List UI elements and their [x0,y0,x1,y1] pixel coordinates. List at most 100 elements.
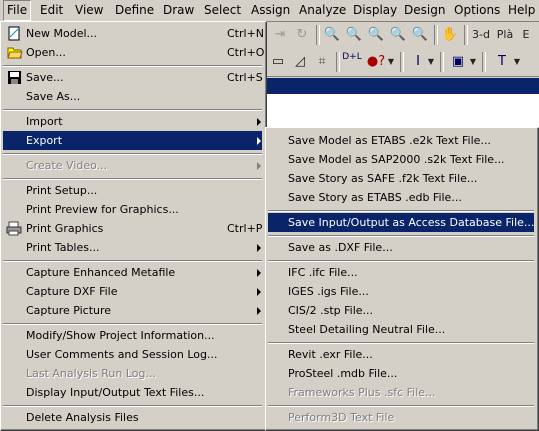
zoom-in-icon[interactable]: 🔍 [366,25,386,45]
column-icon[interactable]: I [408,52,428,72]
menu-item-save-e2k[interactable]: Save Model as ETABS .e2k Text File... [268,131,534,150]
zoom-previous-icon[interactable]: 🔍 [344,25,364,45]
zoom-window-icon[interactable]: 🔍 [322,25,342,45]
menu-item-save[interactable]: Save... Ctrl+S [3,68,263,87]
new-model-icon [7,26,23,41]
menu-item-create-video: Create Video... [3,156,262,175]
menu-item-frameworks-plus: Frameworks Plus .sfc File... [288,386,436,399]
menu-item-project-information[interactable]: Modify/Show Project Information... [3,326,262,345]
chevron-down-icon[interactable]: ▼ [386,52,396,72]
menu-separator [3,323,262,325]
menu-separator [3,405,262,407]
export-submenu: Save Model as ETABS .e2k Text File... Sa… [265,127,539,431]
menu-separator [268,210,534,212]
menu-item-print-graphics[interactable]: Print Graphics Ctrl+P [3,219,262,238]
submenu-arrow-icon [257,162,261,170]
menu-separator [268,235,534,237]
zoom-restore-icon[interactable]: 🔍 [410,25,430,45]
menu-file[interactable]: File [3,0,32,21]
chevron-down-icon[interactable]: ▼ [512,52,522,72]
menu-item-save-as[interactable]: Save As... [3,87,262,106]
menu-analyze[interactable]: Analyze [296,1,349,20]
menu-item-save-dxf[interactable]: Save as .DXF File... [268,238,534,257]
menu-separator [268,342,534,344]
open-folder-icon [7,45,23,60]
menu-item-capture-dxf[interactable]: Capture DXF File [3,282,262,301]
area-icon[interactable]: ▣ [448,52,468,72]
menu-item-prosteel[interactable]: ProSteel .mdb File... [268,364,534,383]
menu-select[interactable]: Select [201,1,244,20]
file-menu: New Model... Ctrl+N Open... Ctrl+O Save.… [0,21,267,431]
menu-item-print-preview[interactable]: Print Preview for Graphics... [3,200,262,219]
submenu-arrow-icon [257,137,261,145]
floppy-disk-icon [7,70,23,85]
menu-item-save-edb[interactable]: Save Story as ETABS .edb File... [268,188,534,207]
menu-item-perform3d: Perform3D Text File [288,411,395,424]
menu-edit[interactable]: Edit [37,1,66,20]
refresh-icon[interactable]: ↻ [292,25,312,45]
toolbar-separator [440,52,444,72]
menu-item-revit[interactable]: Revit .exr File... [268,345,534,364]
grid-lines-icon[interactable]: ⌗ [312,52,332,72]
toolbar-separator [316,25,320,45]
menu-help[interactable]: Help [505,1,538,20]
menu-item-save-f2k[interactable]: Save Story as SAFE .f2k Text File... [268,169,534,188]
toolbar-separator [434,25,438,45]
menu-separator [3,65,262,67]
menu-item-steel-detailing[interactable]: Steel Detailing Neutral File... [268,320,534,339]
menu-define[interactable]: Define [112,1,157,20]
toolbar-row-2: ▭ ◿ ⌗ D+L ●? ▼ I ▼ ▣ ▼ T ▼ [266,48,539,77]
shape-icon[interactable]: ◿ [290,52,310,72]
view-3d-button[interactable]: 3-d [470,25,492,45]
submenu-arrow-icon [257,118,261,126]
menu-item-print-tables[interactable]: Print Tables... [3,238,262,257]
menu-design[interactable]: Design [401,1,448,20]
dl-ll-icon[interactable]: D+L [342,52,362,72]
menu-item-print-setup[interactable]: Print Setup... [3,181,262,200]
menu-item-cis2[interactable]: CIS/2 .stp File... [268,301,534,320]
pan-hand-icon[interactable]: ✋ [440,25,460,45]
beam-icon[interactable]: T [492,52,512,72]
submenu-arrow-icon [257,307,261,315]
rubber-band-icon[interactable]: ▭ [268,52,288,72]
menu-item-user-comments[interactable]: User Comments and Session Log... [3,345,262,364]
menu-item-new-model[interactable]: New Model... Ctrl+N [3,24,264,43]
menu-separator [3,153,262,155]
chevron-down-icon[interactable]: ▼ [426,52,436,72]
menu-options[interactable]: Options [451,1,503,20]
menu-item-save-s2k[interactable]: Save Model as SAP2000 .s2k Text File... [268,150,534,169]
menu-separator [3,260,262,262]
toolbar-separator [400,52,404,72]
menu-draw[interactable]: Draw [160,1,197,20]
menu-separator [268,405,534,407]
menu-item-capture-picture[interactable]: Capture Picture [3,301,262,320]
chevron-down-icon[interactable]: ▼ [468,52,478,72]
menu-item-iges[interactable]: IGES .igs File... [268,282,534,301]
menu-separator [3,109,262,111]
zoom-out-icon[interactable]: 🔍 [388,25,408,45]
menu-item-import[interactable]: Import [3,112,262,131]
menu-separator [3,178,262,180]
menu-item-export[interactable]: Export [3,131,262,150]
menu-item-capture-metafile[interactable]: Capture Enhanced Metafile [3,263,262,282]
view-elevation-button[interactable]: E [518,25,534,45]
toolbar-separator [336,52,340,72]
view-plan-button[interactable]: Plà [494,25,516,45]
window-title-bar [266,78,539,94]
menu-display[interactable]: Display [350,1,400,20]
menu-item-open[interactable]: Open... Ctrl+O [3,43,264,62]
menu-item-ifc[interactable]: IFC .ifc File... [268,263,534,282]
submenu-arrow-icon [257,269,261,277]
menu-view[interactable]: View [72,1,106,20]
menu-bar: File Edit View Define Draw Select Assign… [0,0,539,22]
menu-item-save-access-db[interactable]: Save Input/Output as Access Database Fil… [268,213,534,232]
menu-item-last-analysis-log: Last Analysis Run Log... [26,367,156,380]
menu-item-delete-analysis-files[interactable]: Delete Analysis Files [3,408,262,427]
menu-item-display-text-files[interactable]: Display Input/Output Text Files... [3,383,262,402]
toolbar-separator [482,52,486,72]
menu-separator [268,260,534,262]
display-icon[interactable]: ●? [366,52,386,72]
menu-assign[interactable]: Assign [248,1,293,20]
submenu-arrow-icon [257,288,261,296]
redo-icon[interactable]: ⇥ [270,25,290,45]
